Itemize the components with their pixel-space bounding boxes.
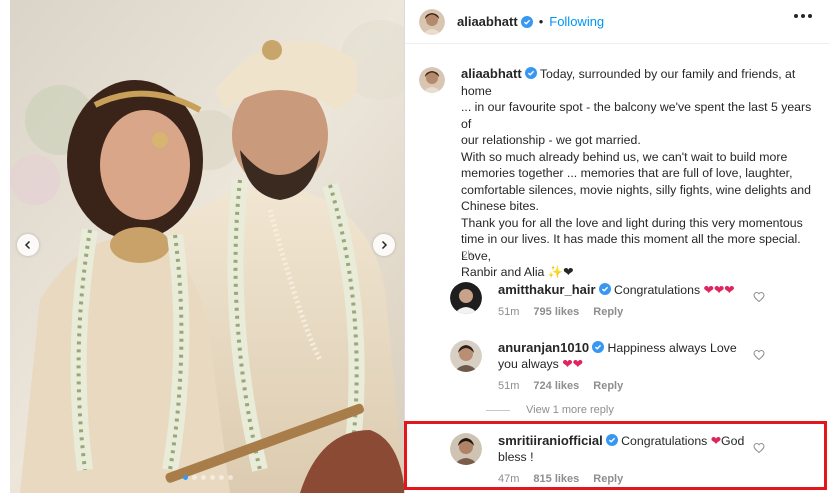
- carousel-dot: [219, 475, 224, 480]
- caption-line: Chinese bites.: [461, 199, 539, 213]
- carousel-prev-button[interactable]: [17, 234, 39, 256]
- carousel-indicators: [183, 475, 233, 480]
- comment-body: anuranjan1010 Happiness always Love you …: [498, 340, 748, 394]
- carousel-dot: [183, 475, 188, 480]
- verified-badge-icon: [524, 67, 537, 79]
- carousel-dot: [228, 475, 233, 480]
- comment-meta: 51m 795 likes Reply: [498, 304, 748, 320]
- reply-button[interactable]: Reply: [593, 471, 623, 487]
- reply-divider-line: [486, 409, 510, 411]
- view-more-replies-label: View 1 more reply: [526, 404, 614, 416]
- photo-left-gutter: [0, 0, 10, 493]
- comment-item: smritiiraniofficial Congratulations ❤God…: [450, 433, 825, 487]
- verified-badge-icon: [592, 341, 605, 353]
- post-caption: aliaabhatt Today, surrounded by our fami…: [419, 66, 819, 281]
- more-options-icon[interactable]: [794, 14, 812, 18]
- caption-text: aliaabhatt Today, surrounded by our fami…: [461, 66, 819, 281]
- view-more-replies[interactable]: View 1 more reply: [486, 404, 614, 416]
- caption-line: our relationship - we got married.: [461, 133, 641, 147]
- post-header: aliaabhatt • Following: [405, 0, 830, 44]
- verified-badge-icon: [605, 434, 618, 446]
- comment-meta: 47m 815 likes Reply: [498, 471, 748, 487]
- caption-line: Love,: [461, 248, 492, 263]
- carousel-dot: [210, 475, 215, 480]
- comment-time[interactable]: 51m: [498, 378, 519, 394]
- reply-button[interactable]: Reply: [593, 378, 623, 394]
- heart-icon: [753, 291, 765, 303]
- reply-button[interactable]: Reply: [593, 304, 623, 320]
- carousel-next-button[interactable]: [373, 234, 395, 256]
- comment-meta: 51m 724 likes Reply: [498, 378, 748, 394]
- carousel-dot: [201, 475, 206, 480]
- heart-icon: [753, 442, 765, 454]
- comment-item: anuranjan1010 Happiness always Love you …: [450, 340, 825, 394]
- comment-body: amitthakur_hair Congratulations ❤❤❤ 51m …: [498, 282, 748, 320]
- comment-time[interactable]: 51m: [498, 304, 519, 320]
- caption-line: time in our lives. It has made this mome…: [461, 232, 801, 246]
- commenter-avatar[interactable]: [450, 433, 482, 465]
- following-button[interactable]: Following: [549, 14, 604, 29]
- author-username[interactable]: aliaabhatt: [457, 14, 518, 29]
- caption-line: Thank you for all the love and light dur…: [461, 215, 803, 230]
- comment-username[interactable]: smritiiraniofficial: [498, 433, 603, 448]
- caption-line: ... in our favourite spot - the balcony …: [461, 100, 812, 131]
- comment-like-button[interactable]: [753, 441, 765, 459]
- comment-time[interactable]: 47m: [498, 471, 519, 487]
- commenter-avatar[interactable]: [450, 282, 482, 314]
- comment-text: Congratulations ❤❤❤: [613, 283, 735, 297]
- author-avatar[interactable]: [419, 8, 445, 35]
- comment-like-button[interactable]: [753, 348, 765, 366]
- post-age[interactable]: 2h: [462, 250, 473, 261]
- verified-badge-icon: [520, 15, 533, 28]
- caption-line: Ranbir and Alia ✨❤: [461, 265, 574, 279]
- wedding-photo-illustration: [0, 0, 404, 493]
- comment-likes[interactable]: 795 likes: [533, 304, 579, 320]
- comment-body: smritiiraniofficial Congratulations ❤God…: [498, 433, 748, 487]
- heart-icon: [753, 349, 765, 361]
- commenter-avatar[interactable]: [450, 340, 482, 372]
- carousel-dot: [192, 475, 197, 480]
- caption-line: With so much already behind us, we can't…: [461, 149, 788, 164]
- chevron-right-icon: [381, 240, 388, 250]
- comment-like-button[interactable]: [753, 290, 765, 308]
- caption-author-avatar[interactable]: [419, 67, 445, 93]
- chevron-left-icon: [24, 240, 31, 250]
- caption-username[interactable]: aliaabhatt: [461, 66, 522, 81]
- caption-line: comfortable silences, movie nights, sill…: [461, 182, 811, 197]
- caption-line: memories together ... memories that are …: [461, 166, 793, 180]
- post-panel: aliaabhatt • Following aliaabhatt Today,…: [405, 0, 830, 493]
- comment-likes[interactable]: 815 likes: [533, 471, 579, 487]
- comment-likes[interactable]: 724 likes: [533, 378, 579, 394]
- header-separator: •: [538, 14, 544, 29]
- comment-item: amitthakur_hair Congratulations ❤❤❤ 51m …: [450, 282, 825, 320]
- comment-username[interactable]: anuranjan1010: [498, 340, 589, 355]
- post-photo[interactable]: [0, 0, 405, 493]
- comment-username[interactable]: amitthakur_hair: [498, 282, 596, 297]
- verified-badge-icon: [598, 283, 611, 295]
